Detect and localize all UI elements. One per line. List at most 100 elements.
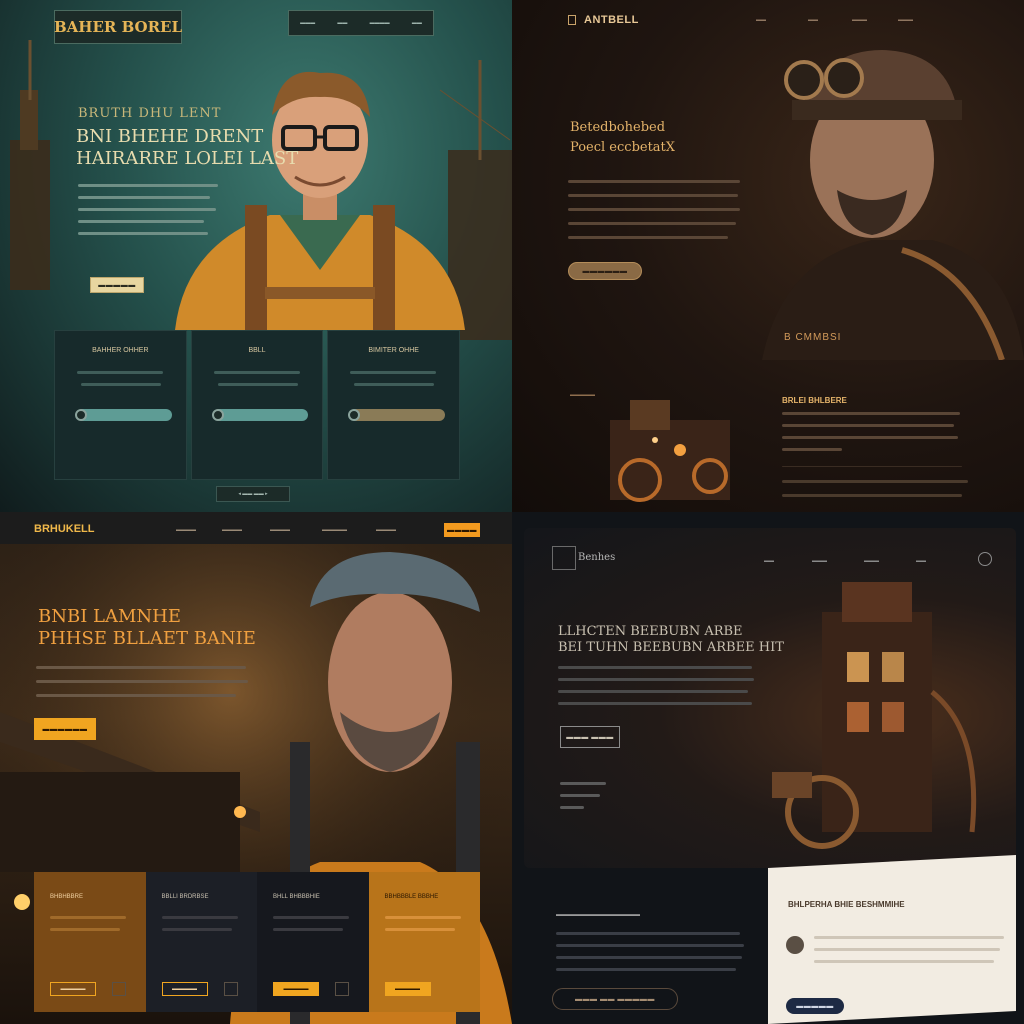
section-text-line [782, 436, 958, 439]
card-text-line [50, 916, 126, 919]
nav-item[interactable]: ▬▬▬▬ [376, 527, 396, 533]
body-text-line [568, 236, 728, 239]
body-text-line [568, 208, 740, 211]
card-title: BIMITER OHHE [368, 347, 419, 354]
progress-bar [77, 409, 172, 421]
feature-card[interactable]: BBLL [190, 330, 324, 480]
section-title: BRLEI BHLBERE [782, 396, 847, 405]
body-text-line [78, 208, 216, 211]
card-text-line [50, 928, 120, 931]
card-icon-button[interactable] [112, 982, 126, 996]
nav-item[interactable]: ▬▬▬ [852, 17, 867, 23]
side-label: ▬▬▬▬▬ [570, 392, 595, 398]
brand-logo[interactable]: BAHER BOREL [54, 10, 182, 44]
card-text-line [384, 916, 461, 919]
nav-item[interactable]: ▬▬ [764, 558, 774, 564]
feature-card[interactable]: BHBHBBRE ▬▬▬▬▬ [34, 872, 146, 1012]
feature-card[interactable]: BHLL BHBBBHIE ▬▬▬▬▬ [257, 872, 369, 1012]
nav-item[interactable]: ▬▬▬▬ [222, 527, 242, 533]
feature-card[interactable]: BBHBBBLE BBBHE ▬▬▬▬▬ [368, 872, 480, 1012]
nav-item[interactable]: ▬▬ [337, 20, 347, 26]
link-text-line[interactable] [560, 794, 600, 797]
top-nav: ▬▬▬ ▬▬ ▬▬▬▬ ▬▬ [288, 10, 434, 36]
section-text-line [556, 968, 736, 971]
nav-item[interactable]: ▬▬ [756, 17, 766, 23]
progress-bar [213, 409, 309, 421]
section-text-line [782, 412, 960, 415]
nav-item[interactable]: ▬▬▬ [898, 17, 913, 23]
slider-knob[interactable] [211, 409, 224, 421]
outline-button[interactable]: ▬▬▬ ▬▬ ▬▬▬▬▬ [552, 988, 678, 1010]
panel-teal-landing: BAHER BOREL ▬▬▬ ▬▬ ▬▬▬▬ ▬▬ BRUTH DHU LEN… [0, 0, 512, 512]
feature-card[interactable]: BAHHER OHHER [54, 330, 187, 480]
feature-card[interactable]: BIMITER OHHE [327, 330, 461, 480]
card-text-line [217, 383, 298, 386]
body-text-line [36, 666, 246, 669]
body-text-line [558, 678, 754, 681]
hero-cta-button[interactable]: ▬▬▬ ▬▬▬ [560, 726, 620, 748]
panel-orange-industrial-landing: BRHUKELL ▬▬▬▬ ▬▬▬▬ ▬▬▬▬ ▬▬▬▬▬ ▬▬▬▬ ▬▬▬▬ … [0, 512, 512, 1024]
nav-item[interactable]: ▬▬ [916, 558, 926, 564]
feature-card[interactable]: BBLLI BRDRBSE ▬▬▬▬▬ [145, 872, 257, 1012]
testimonial-text-line [814, 960, 994, 963]
card-title: BHBHBBRE [50, 894, 84, 900]
nav-item[interactable]: ▬▬ [412, 20, 422, 26]
body-text-line [558, 690, 748, 693]
card-text-line [161, 916, 238, 919]
card-text-line [273, 916, 349, 919]
card-text-line [354, 383, 435, 386]
hero-headline-line: HAIRARRE LOLEI LAST [76, 148, 299, 169]
hero-headline: LLHCTEN BEEBUBN ARBE BEI TUHN BEEBUBN AR… [558, 624, 784, 656]
hero-headline: BNI BHEHE DRENT HAIRARRE LOLEI LAST [76, 126, 298, 170]
nav-item[interactable]: ▬▬▬▬ [270, 527, 290, 533]
slider-knob[interactable] [75, 409, 87, 421]
menu-icon[interactable] [978, 552, 992, 566]
feature-cards: BAHHER OHHER BBLL BIMITER OHHE [54, 330, 461, 480]
hero-headline-line: BNBI LAMNHE [38, 606, 182, 627]
engine-machine-art [610, 400, 730, 502]
body-text-line [568, 180, 740, 183]
card-title: BBHBBBLE BBBHE [384, 894, 439, 900]
brand-logo[interactable]: ANTBELL [584, 14, 639, 26]
hero-cta-button[interactable]: ▬▬▬▬▬ [90, 277, 144, 293]
nav-item[interactable]: ▬▬▬ [812, 558, 827, 564]
card-icon-button[interactable] [335, 982, 349, 996]
hero-cta-button[interactable]: ▬▬▬▬▬▬ [34, 718, 96, 740]
progress-bar [350, 409, 446, 421]
body-text-line [36, 680, 248, 683]
hero-headline-line: BEI TUHN BEEBUBN ARBEE HIT [558, 640, 784, 655]
nav-item[interactable]: ▬▬▬ [300, 20, 315, 26]
link-text-line[interactable] [560, 782, 606, 785]
card-icon-button[interactable] [223, 982, 238, 996]
nav-item[interactable]: ▬▬▬▬▬ [322, 527, 347, 533]
card-button[interactable]: ▬▬▬▬▬ [384, 982, 431, 996]
body-text-line [78, 184, 218, 187]
section-text-line [782, 448, 842, 451]
section-subtitle: ▬▬▬▬▬▬▬▬▬▬▬▬▬▬ [556, 912, 640, 918]
brand-logo[interactable]: Benhes [578, 552, 615, 563]
card-title: BAHHER OHHER [92, 347, 149, 354]
card-button[interactable]: ▬▬▬▬▬ [50, 982, 96, 996]
nav-item[interactable]: ▬▬ [808, 17, 818, 23]
hero-headline-line: PHHSE BLLAET BANIE [38, 628, 256, 649]
brand-logo[interactable]: BRHUKELL [34, 523, 95, 535]
testimonial-button[interactable]: ▬▬▬▬▬ [786, 998, 844, 1014]
card-button[interactable]: ▬▬▬▬▬ [273, 982, 319, 996]
body-text-line [558, 666, 752, 669]
section-text-line [782, 480, 968, 483]
avatar [786, 936, 804, 954]
steampunk-pilot-portrait [762, 50, 1024, 360]
feature-cards: BHBHBBRE ▬▬▬▬▬ BBLLI BRDRBSE ▬▬▬▬▬ BHLL … [34, 872, 480, 1012]
body-text-line [78, 220, 204, 223]
nav-cta-button[interactable]: ▬▬▬▬ [444, 523, 480, 537]
card-button[interactable]: ▬▬▬▬▬ [161, 982, 208, 996]
card-text-line [81, 383, 161, 386]
body-text-line [568, 222, 736, 225]
hero-cta-button[interactable]: ▬▬▬▬▬▬ [568, 262, 642, 280]
link-text-line[interactable] [560, 806, 584, 809]
pagination[interactable]: ◂ ▬▬ ▬▬ ▸ [216, 486, 290, 502]
hero-headline-line: BNI BHEHE DRENT [76, 126, 264, 147]
nav-item[interactable]: ▬▬▬ [864, 558, 879, 564]
nav-item[interactable]: ▬▬▬▬ [370, 20, 390, 26]
nav-item[interactable]: ▬▬▬▬ [176, 527, 196, 533]
